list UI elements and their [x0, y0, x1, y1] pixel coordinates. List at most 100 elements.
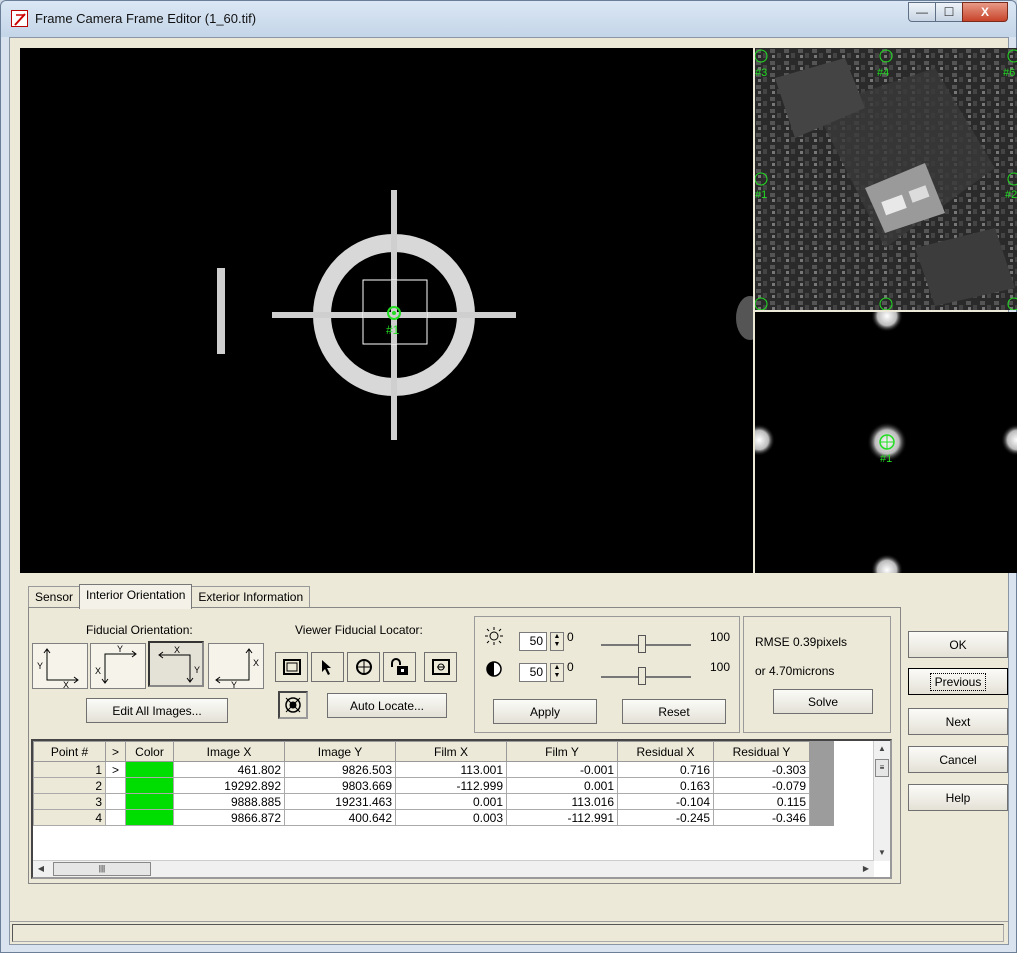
cell-color[interactable]: [125, 809, 174, 826]
cell-image-x[interactable]: 461.802: [173, 761, 285, 778]
scroll-down-arrow-icon[interactable]: ▼: [874, 845, 890, 861]
contrast-icon: [485, 660, 503, 681]
brightness-input[interactable]: 50: [519, 632, 547, 651]
fiducial-orientation-4-button[interactable]: YX: [208, 643, 264, 690]
next-button[interactable]: Next: [908, 708, 1008, 735]
cell-color[interactable]: [125, 793, 174, 810]
scroll-right-arrow-icon[interactable]: ▶: [858, 861, 874, 877]
tab-strip: Sensor Interior Orientation Exterior Inf…: [28, 584, 311, 609]
contrast-slider-track[interactable]: [601, 676, 691, 678]
table-row[interactable]: 1 > 461.802 9826.503 113.001 -0.001 0.71…: [33, 761, 834, 778]
cell-color[interactable]: [125, 777, 174, 794]
svg-text:Y: Y: [194, 665, 200, 675]
cell-color[interactable]: [125, 761, 174, 778]
solve-button[interactable]: Solve: [773, 689, 873, 714]
brightness-slider-track[interactable]: [601, 644, 691, 646]
col-residual-y[interactable]: Residual Y: [713, 741, 810, 762]
table-vertical-scrollbar[interactable]: ▲ ≡ ▼: [873, 741, 890, 861]
cancel-button[interactable]: Cancel: [908, 746, 1008, 773]
cell-film-x[interactable]: 0.003: [395, 809, 507, 826]
col-residual-x[interactable]: Residual X: [617, 741, 714, 762]
col-image-x[interactable]: Image X: [173, 741, 285, 762]
cell-image-y[interactable]: 19231.463: [284, 793, 396, 810]
maximize-button[interactable]: ☐: [935, 2, 963, 22]
cell-image-y[interactable]: 9803.669: [284, 777, 396, 794]
cell-residual-y: -0.079: [713, 777, 810, 794]
contrast-input[interactable]: 50: [519, 663, 547, 682]
cell-residual-x: -0.104: [617, 793, 714, 810]
fiducial-orientation-2-button[interactable]: XY: [90, 643, 146, 689]
brightness-min-label: 0: [567, 630, 574, 644]
frame-view-icon[interactable]: [275, 652, 308, 682]
cell-film-y[interactable]: -0.001: [506, 761, 618, 778]
help-button[interactable]: Help: [908, 784, 1008, 811]
main-viewer[interactable]: #1: [20, 48, 753, 573]
svg-text:X: X: [253, 658, 259, 668]
fiducial-orientation-1-button[interactable]: YX: [32, 643, 88, 690]
cell-film-y[interactable]: 0.001: [506, 777, 618, 794]
table-row[interactable]: 4 9866.872 400.642 0.003 -112.991 -0.245…: [33, 809, 834, 826]
place-fiducial-icon[interactable]: [347, 652, 380, 682]
minimize-button[interactable]: —: [908, 2, 936, 22]
svg-text:Y: Y: [231, 680, 237, 688]
auto-locate-viewer-icon[interactable]: [424, 652, 457, 682]
contrast-slider-thumb[interactable]: [638, 667, 646, 685]
overview-image: #3 #4 #6 #2 #1: [755, 48, 1017, 310]
title-bar[interactable]: Frame Camera Frame Editor (1_60.tif) — ☐…: [1, 1, 1016, 37]
table-row[interactable]: 3 9888.885 19231.463 0.001 113.016 -0.10…: [33, 793, 834, 810]
pointer-select-icon[interactable]: [311, 652, 344, 682]
auto-locate-button[interactable]: Auto Locate...: [327, 693, 447, 718]
cell-film-x[interactable]: -112.999: [395, 777, 507, 794]
table-row[interactable]: 2 19292.892 9803.669 -112.999 0.001 0.16…: [33, 777, 834, 794]
cell-image-y[interactable]: 400.642: [284, 809, 396, 826]
col-color[interactable]: Color: [125, 741, 174, 762]
overview-label-2: #2: [1005, 189, 1017, 201]
apply-button[interactable]: Apply: [493, 699, 597, 724]
horizontal-scroll-thumb[interactable]: |||: [53, 862, 151, 876]
cell-image-x[interactable]: 19292.892: [173, 777, 285, 794]
target-locate-icon[interactable]: [278, 691, 308, 719]
col-image-y[interactable]: Image Y: [284, 741, 396, 762]
overview-viewer[interactable]: #3 #4 #6 #2 #1: [755, 48, 1017, 310]
cell-film-y[interactable]: -112.991: [506, 809, 618, 826]
zoom-viewer[interactable]: #1: [755, 312, 1017, 573]
col-film-y[interactable]: Film Y: [506, 741, 618, 762]
cell-film-y[interactable]: 113.016: [506, 793, 618, 810]
vertical-scroll-thumb[interactable]: ≡: [875, 759, 889, 777]
cell-residual-x: -0.245: [617, 809, 714, 826]
tab-interior-orientation[interactable]: Interior Orientation: [79, 584, 193, 609]
cell-empty: [809, 761, 834, 778]
cell-film-x[interactable]: 0.001: [395, 793, 507, 810]
tab-exterior-information[interactable]: Exterior Information: [191, 586, 311, 608]
cell-film-x[interactable]: 113.001: [395, 761, 507, 778]
brightness-slider-thumb[interactable]: [638, 635, 646, 653]
fiducial-orientation-3-button[interactable]: XY: [148, 641, 204, 687]
color-swatch: [126, 794, 173, 809]
cell-image-y[interactable]: 9826.503: [284, 761, 396, 778]
contrast-spinner[interactable]: ▲ ▼: [550, 663, 564, 682]
overview-label-3: #3: [755, 67, 767, 79]
scroll-left-arrow-icon[interactable]: ◀: [33, 861, 49, 877]
fiducial-table[interactable]: Point # > Color Image X Image Y Film X F…: [31, 739, 892, 879]
cell-image-x[interactable]: 9888.885: [173, 793, 285, 810]
col-film-x[interactable]: Film X: [395, 741, 507, 762]
brightness-icon: [484, 626, 504, 649]
scroll-up-arrow-icon[interactable]: ▲: [874, 741, 890, 757]
cell-image-x[interactable]: 9866.872: [173, 809, 285, 826]
previous-button[interactable]: Previous: [908, 668, 1008, 695]
client-area: #1 #3 #4 #6 #2 #1 #1 Sensor Interior Ori…: [9, 37, 1017, 945]
ok-button[interactable]: OK: [908, 631, 1008, 658]
brightness-spinner[interactable]: ▲ ▼: [550, 632, 564, 651]
tab-sensor[interactable]: Sensor: [28, 586, 81, 608]
cell-current: [105, 793, 126, 810]
col-current[interactable]: >: [105, 741, 126, 762]
close-button[interactable]: X: [962, 2, 1008, 22]
edit-all-images-button[interactable]: Edit All Images...: [86, 698, 228, 723]
col-point[interactable]: Point #: [33, 741, 106, 762]
lock-icon[interactable]: [383, 652, 416, 682]
table-horizontal-scrollbar[interactable]: ◀ ||| ▶: [33, 860, 874, 877]
color-swatch: [126, 778, 173, 793]
reset-button[interactable]: Reset: [622, 699, 726, 724]
status-cell: [12, 924, 1004, 942]
cell-point: 3: [33, 793, 106, 810]
